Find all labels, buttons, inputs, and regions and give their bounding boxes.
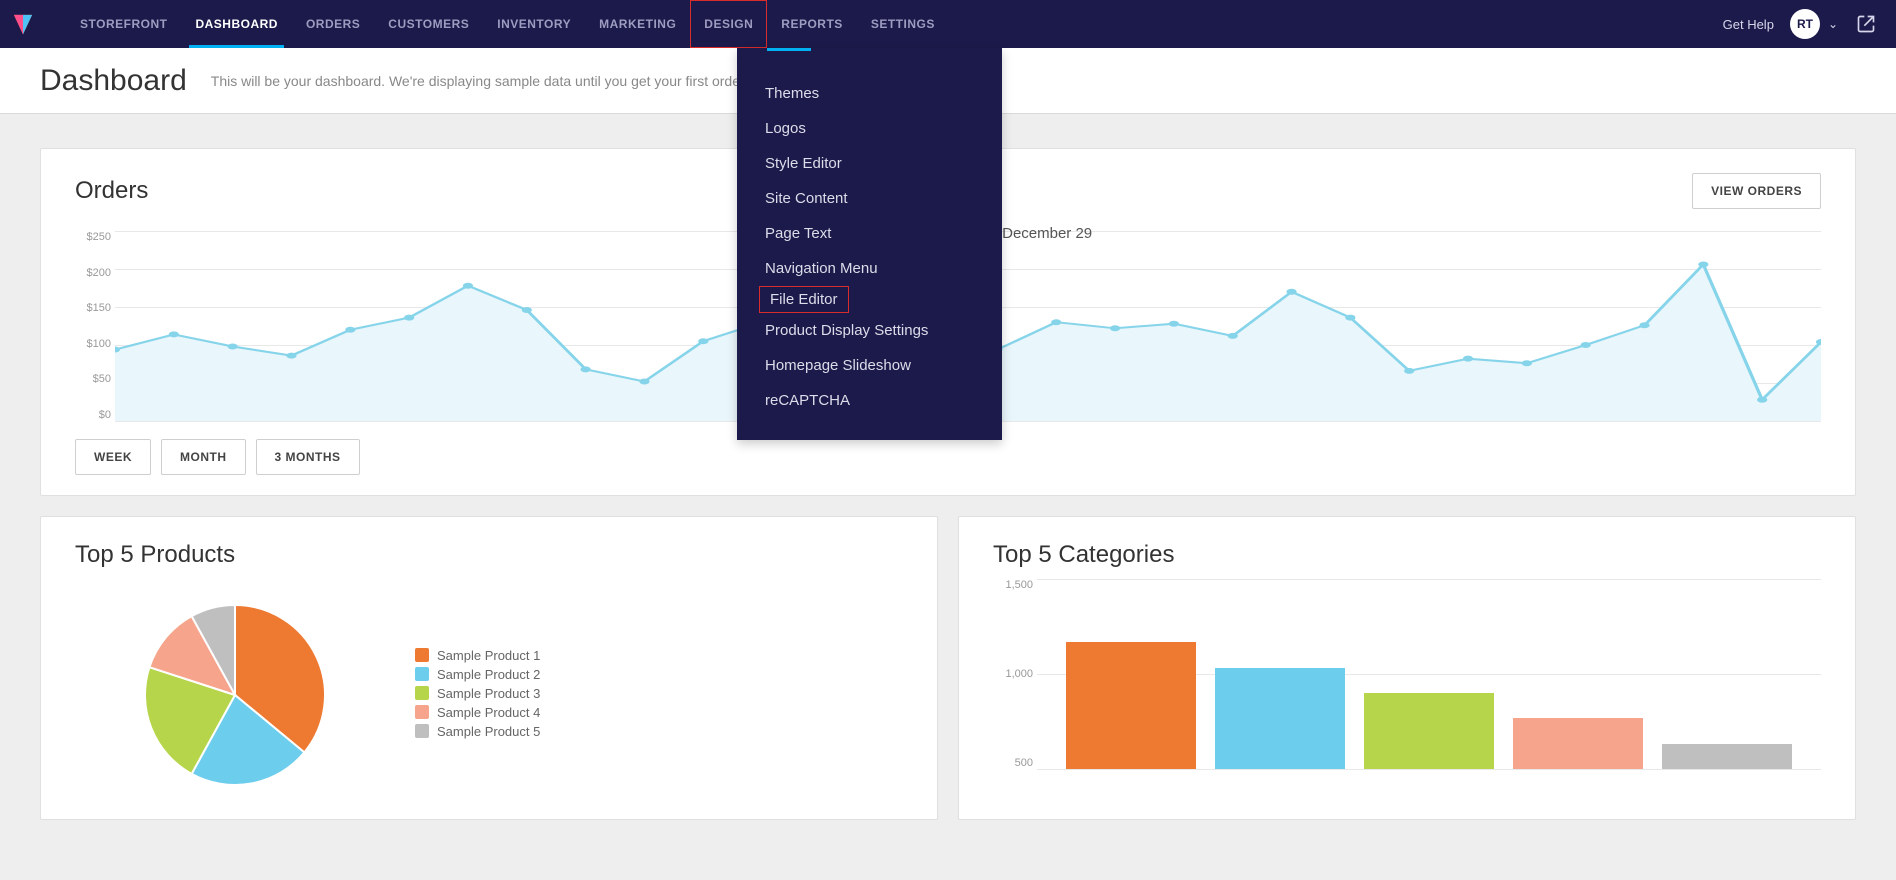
nav-right: Get Help RT ⌄ <box>1723 9 1878 39</box>
design-menu-product-display-settings[interactable]: Product Display Settings <box>737 313 1002 348</box>
legend-swatch-icon <box>415 667 429 681</box>
view-orders-button[interactable]: VIEW ORDERS <box>1692 173 1821 209</box>
nav-items: STOREFRONTDASHBOARDORDERSCUSTOMERSINVENT… <box>66 0 949 48</box>
products-pie-chart <box>135 595 335 795</box>
legend-swatch-icon <box>415 648 429 662</box>
legend-item: Sample Product 1 <box>415 648 540 663</box>
range-week-button[interactable]: WEEK <box>75 439 151 475</box>
legend-swatch-icon <box>415 724 429 738</box>
categories-ytick: 500 <box>1015 757 1033 769</box>
top-categories-title: Top 5 Categories <box>993 541 1821 569</box>
top-categories-card: Top 5 Categories 1,5001,000500 <box>958 516 1856 820</box>
range-3-months-button[interactable]: 3 MONTHS <box>256 439 360 475</box>
top-nav: STOREFRONTDASHBOARDORDERSCUSTOMERSINVENT… <box>0 0 1896 48</box>
design-menu-homepage-slideshow[interactable]: Homepage Slideshow <box>737 348 1002 383</box>
nav-reports[interactable]: REPORTS <box>767 0 857 48</box>
range-month-button[interactable]: MONTH <box>161 439 246 475</box>
orders-ytick: $150 <box>87 302 111 314</box>
category-bar <box>1513 718 1643 769</box>
legend-item: Sample Product 4 <box>415 705 540 720</box>
legend-swatch-icon <box>415 705 429 719</box>
design-menu-navigation-menu[interactable]: Navigation Menu <box>737 251 1002 286</box>
categories-ytick: 1,500 <box>1005 579 1033 591</box>
nav-orders[interactable]: ORDERS <box>292 0 374 48</box>
get-help-link[interactable]: Get Help <box>1723 17 1774 32</box>
category-bar <box>1215 668 1345 769</box>
legend-label: Sample Product 4 <box>437 705 540 720</box>
top-products-card: Top 5 Products Sample Product 1Sample Pr… <box>40 516 938 820</box>
legend-label: Sample Product 3 <box>437 686 540 701</box>
design-menu-page-text[interactable]: Page Text <box>737 216 1002 251</box>
chevron-down-icon[interactable]: ⌄ <box>1828 17 1838 31</box>
category-bar <box>1066 642 1196 769</box>
nav-inventory[interactable]: INVENTORY <box>483 0 585 48</box>
orders-ytick: $250 <box>87 231 111 243</box>
nav-customers[interactable]: CUSTOMERS <box>374 0 483 48</box>
top-products-title: Top 5 Products <box>75 541 903 569</box>
categories-bar-chart: 1,5001,000500 <box>1037 579 1821 769</box>
design-menu-site-content[interactable]: Site Content <box>737 181 1002 216</box>
nav-storefront[interactable]: STOREFRONT <box>66 0 181 48</box>
design-menu-themes[interactable]: Themes <box>737 76 1002 111</box>
orders-title: Orders <box>75 177 148 205</box>
design-menu-file-editor[interactable]: File Editor <box>759 286 849 313</box>
category-bar <box>1662 744 1792 769</box>
legend-label: Sample Product 5 <box>437 724 540 739</box>
nav-dashboard[interactable]: DASHBOARD <box>181 0 292 48</box>
design-menu-logos[interactable]: Logos <box>737 111 1002 146</box>
legend-label: Sample Product 2 <box>437 667 540 682</box>
orders-ytick: $0 <box>99 409 111 421</box>
legend-item: Sample Product 3 <box>415 686 540 701</box>
design-menu-style-editor[interactable]: Style Editor <box>737 146 1002 181</box>
products-legend: Sample Product 1 Sample Product 2 Sample P… <box>415 648 540 743</box>
nav-marketing[interactable]: MARKETING <box>585 0 690 48</box>
legend-swatch-icon <box>415 686 429 700</box>
design-menu-recaptcha[interactable]: reCAPTCHA <box>737 383 1002 418</box>
categories-ytick: 1,000 <box>1005 668 1033 680</box>
orders-ytick: $100 <box>87 338 111 350</box>
open-external-icon[interactable] <box>1854 12 1878 36</box>
legend-item: Sample Product 2 <box>415 667 540 682</box>
range-buttons: WEEK MONTH 3 MONTHS <box>75 439 1821 475</box>
category-bar <box>1364 693 1494 769</box>
orders-ytick: $50 <box>93 373 111 385</box>
legend-label: Sample Product 1 <box>437 648 540 663</box>
page-title: Dashboard <box>40 64 187 98</box>
page-subtitle: This will be your dashboard. We're displ… <box>211 73 748 89</box>
design-dropdown: ThemesLogosStyle EditorSite ContentPage … <box>737 48 1002 440</box>
legend-item: Sample Product 5 <box>415 724 540 739</box>
nav-settings[interactable]: SETTINGS <box>857 0 949 48</box>
app-logo-icon[interactable] <box>8 9 38 39</box>
user-avatar[interactable]: RT <box>1790 9 1820 39</box>
orders-ytick: $200 <box>87 267 111 279</box>
nav-design[interactable]: DESIGN <box>690 0 767 48</box>
